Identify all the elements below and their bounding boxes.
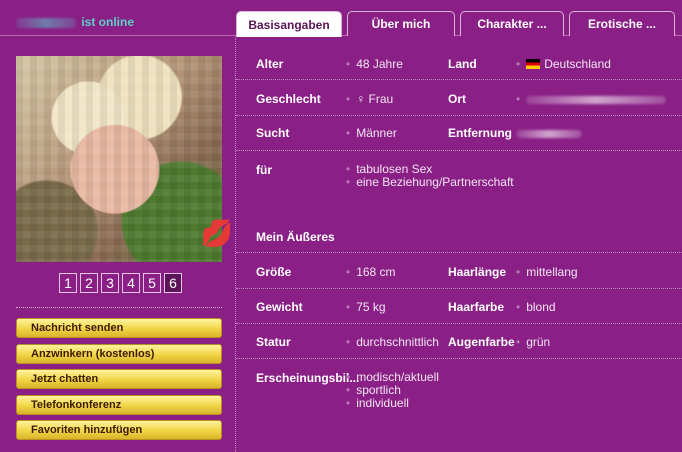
kiss-icon[interactable]: 💋 (198, 220, 236, 246)
row-alter-land: Alter • 48 Jahre Land • Deutschland (236, 46, 682, 80)
value-land: • Deutschland (516, 57, 611, 71)
wink-button[interactable]: Anzwinkern (kostenlos) (16, 343, 222, 364)
label-sucht: Sucht (256, 126, 290, 140)
value-statur: • durchschnittlich (346, 335, 439, 349)
value-fuer-list: • tabulosen Sex • eine Beziehung/Partnersc… (346, 163, 514, 189)
top-bar: ist online Basisangaben Über mich Charak… (0, 0, 682, 37)
label-geschlecht: Geschlecht (256, 92, 321, 106)
tab-basisangaben[interactable]: Basisangaben (236, 11, 342, 37)
photo-page-6[interactable]: 6 (164, 273, 182, 293)
label-groesse: Größe (256, 265, 292, 279)
tab-charakter[interactable]: Charakter ... (460, 11, 564, 36)
profile-details: Alter • 48 Jahre Land • Deutschland Geschl… (236, 37, 682, 452)
action-buttons: Nachricht senden Anzwinkern (kostenlos) … (16, 318, 222, 446)
value-erscheinung-list: • modisch/aktuell • sportlich • individuell (346, 371, 439, 410)
erscheinung-item: • individuell (346, 396, 409, 410)
label-erscheinungsbild: Erscheinungsbil... (256, 371, 360, 385)
label-haarlaenge: Haarlänge (448, 265, 507, 279)
row-geschlecht-ort: Geschlecht • ♀ Frau Ort • (236, 80, 682, 116)
phone-conference-button[interactable]: Telefonkonferenz (16, 394, 222, 415)
label-gewicht: Gewicht (256, 300, 303, 314)
label-land: Land (448, 57, 477, 71)
row-heading-aeusseres: Mein Äußeres (236, 218, 682, 253)
label-statur: Statur (256, 335, 291, 349)
value-geschlecht: • ♀ Frau (346, 92, 394, 106)
label-entfernung: Entfernung (448, 126, 512, 140)
label-ort: Ort (448, 92, 466, 106)
value-haarfarbe: • blond (516, 300, 556, 314)
row-statur-augenfarbe: Statur • durchschnittlich Augenfarbe • grü… (236, 324, 682, 359)
value-entfernung-hidden (516, 126, 582, 140)
blurred-location (526, 95, 667, 104)
photo-page-4[interactable]: 4 (122, 273, 140, 293)
photo-page-5[interactable]: 5 (143, 273, 161, 293)
add-favorite-button[interactable]: Favoriten hinzufügen (16, 420, 222, 440)
label-fuer: für (256, 163, 272, 177)
value-alter: • 48 Jahre (346, 57, 403, 71)
section-heading-aeusseres: Mein Äußeres (256, 230, 335, 244)
germany-flag-icon (526, 59, 541, 69)
profile-tabs: Basisangaben Über mich Charakter ... Ero… (236, 11, 675, 37)
tab-ueber-mich[interactable]: Über mich (347, 11, 455, 36)
label-augenfarbe: Augenfarbe (448, 335, 515, 349)
value-ort-hidden: • (516, 92, 667, 106)
photo-page-2[interactable]: 2 (80, 273, 98, 293)
pixelation-overlay (16, 56, 222, 262)
send-message-button[interactable]: Nachricht senden (16, 318, 222, 338)
blurred-distance (516, 129, 582, 138)
photo-page-1[interactable]: 1 (59, 273, 77, 293)
photo-pager: 1 2 3 4 5 6 (59, 273, 182, 293)
tab-erotische[interactable]: Erotische ... (569, 11, 675, 36)
divider (16, 307, 222, 308)
value-sucht: • Männer (346, 126, 397, 140)
row-gewicht-haarfarbe: Gewicht • 75 kg Haarfarbe • blond (236, 289, 682, 324)
chat-button[interactable]: Jetzt chatten (16, 369, 222, 389)
row-sucht-entfernung: Sucht • Männer Entfernung (236, 116, 682, 151)
profile-photo[interactable] (16, 56, 222, 262)
row-erscheinung: Erscheinungsbil... • modisch/aktuell • spo… (236, 359, 682, 452)
value-gewicht: • 75 kg (346, 300, 386, 314)
online-text: ist online (81, 15, 135, 29)
value-haarlaenge: • mittellang (516, 265, 578, 279)
fuer-item: • eine Beziehung/Partnerschaft (346, 175, 514, 189)
value-groesse: • 168 cm (346, 265, 396, 279)
left-column: 💋 1 2 3 4 5 6 Nachricht senden Anzwinker… (0, 37, 236, 452)
label-alter: Alter (256, 57, 284, 71)
photo-page-3[interactable]: 3 (101, 273, 119, 293)
row-groesse-haarlaenge: Größe • 168 cm Haarlänge • mittellang (236, 253, 682, 289)
value-augenfarbe: • grün (516, 335, 551, 349)
label-haarfarbe: Haarfarbe (448, 300, 505, 314)
online-status: ist online (16, 15, 134, 29)
blurred-username (16, 17, 76, 28)
